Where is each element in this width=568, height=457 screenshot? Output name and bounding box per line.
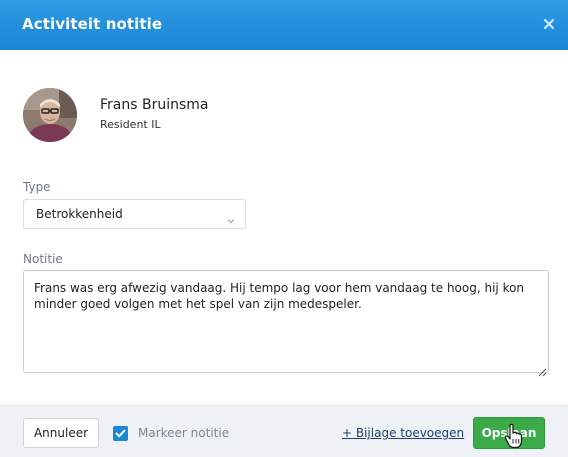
mark-note-checkbox[interactable] bbox=[113, 426, 128, 441]
chevron-down-icon bbox=[227, 210, 235, 224]
mark-note-label[interactable]: Markeer notitie bbox=[138, 426, 229, 440]
type-select-value: Betrokkenheid bbox=[36, 207, 123, 221]
hand-cursor-icon bbox=[504, 423, 524, 449]
resize-grip-icon[interactable] bbox=[538, 362, 547, 377]
modal-footer: Annuleer Markeer notitie + Bijlage toevo… bbox=[0, 405, 568, 457]
type-label: Type bbox=[23, 180, 51, 194]
modal-header: Activiteit notitie bbox=[0, 0, 568, 50]
resident-name: Frans Bruinsma bbox=[100, 97, 209, 113]
add-attachment-link[interactable]: + Bijlage toevoegen bbox=[342, 426, 464, 440]
cancel-button[interactable]: Annuleer bbox=[23, 418, 99, 448]
type-select[interactable]: Betrokkenheid bbox=[23, 199, 246, 229]
activity-note-modal: Activiteit notitie Frans Bruinsma Reside… bbox=[0, 0, 568, 457]
resident-avatar bbox=[23, 88, 77, 142]
note-label: Notitie bbox=[23, 252, 63, 266]
note-textarea[interactable]: Frans was erg afwezig vandaag. Hij tempo… bbox=[23, 270, 549, 373]
close-icon[interactable] bbox=[540, 15, 558, 33]
modal-title: Activiteit notitie bbox=[22, 15, 163, 33]
resident-role: Resident IL bbox=[100, 118, 161, 131]
